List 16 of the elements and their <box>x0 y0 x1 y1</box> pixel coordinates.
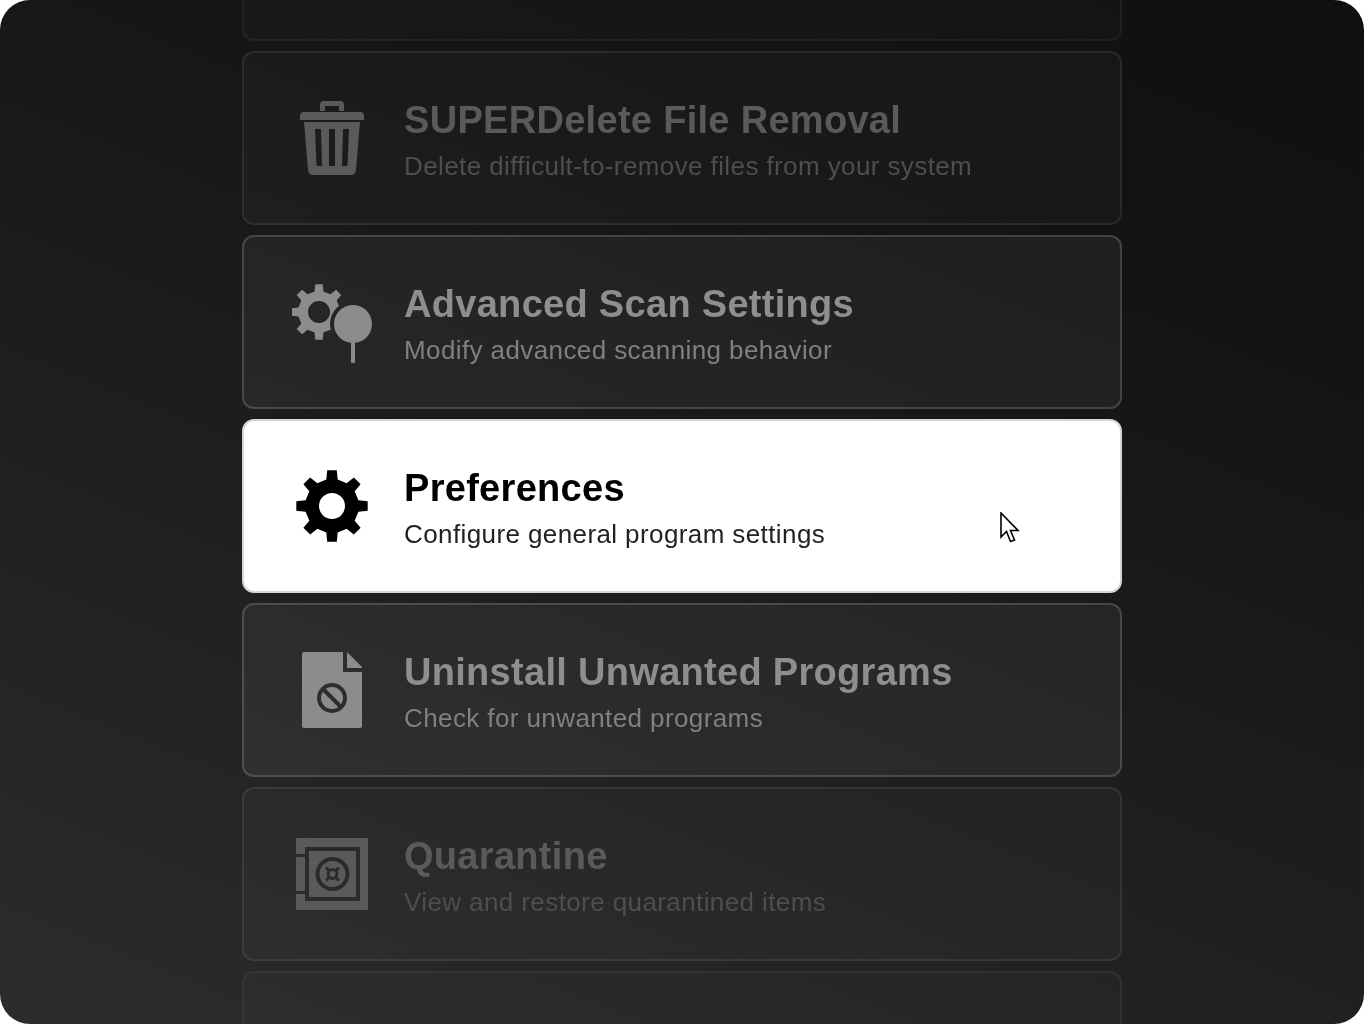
item-title: Preferences <box>404 466 625 511</box>
trash-icon <box>300 101 364 175</box>
blocked-file-icon <box>302 652 362 728</box>
cursor-icon <box>1000 512 1022 544</box>
item-title: Advanced Scan Settings <box>404 282 855 327</box>
item-description: Modify advanced scanning behavior <box>404 334 833 367</box>
item-title: Uninstall Unwanted Programs <box>404 650 953 695</box>
item-description: Configure general program settings <box>404 518 826 551</box>
gear-icon <box>296 470 368 542</box>
safe-icon <box>296 838 368 910</box>
item-title: SUPERDelete File Removal <box>404 98 902 143</box>
menu-item[interactable]: Uninstall Unwanted Programs Check for unwanted programs <box>242 603 1122 777</box>
item-description: Check for unwanted programs <box>404 702 764 735</box>
gear-magnifier-icon <box>292 281 372 363</box>
menu-item[interactable]: Preferences Configure general program settings <box>242 419 1122 593</box>
menu-item[interactable]: Advanced Scan Settings Modify advanced scanning behavior <box>242 235 1122 409</box>
